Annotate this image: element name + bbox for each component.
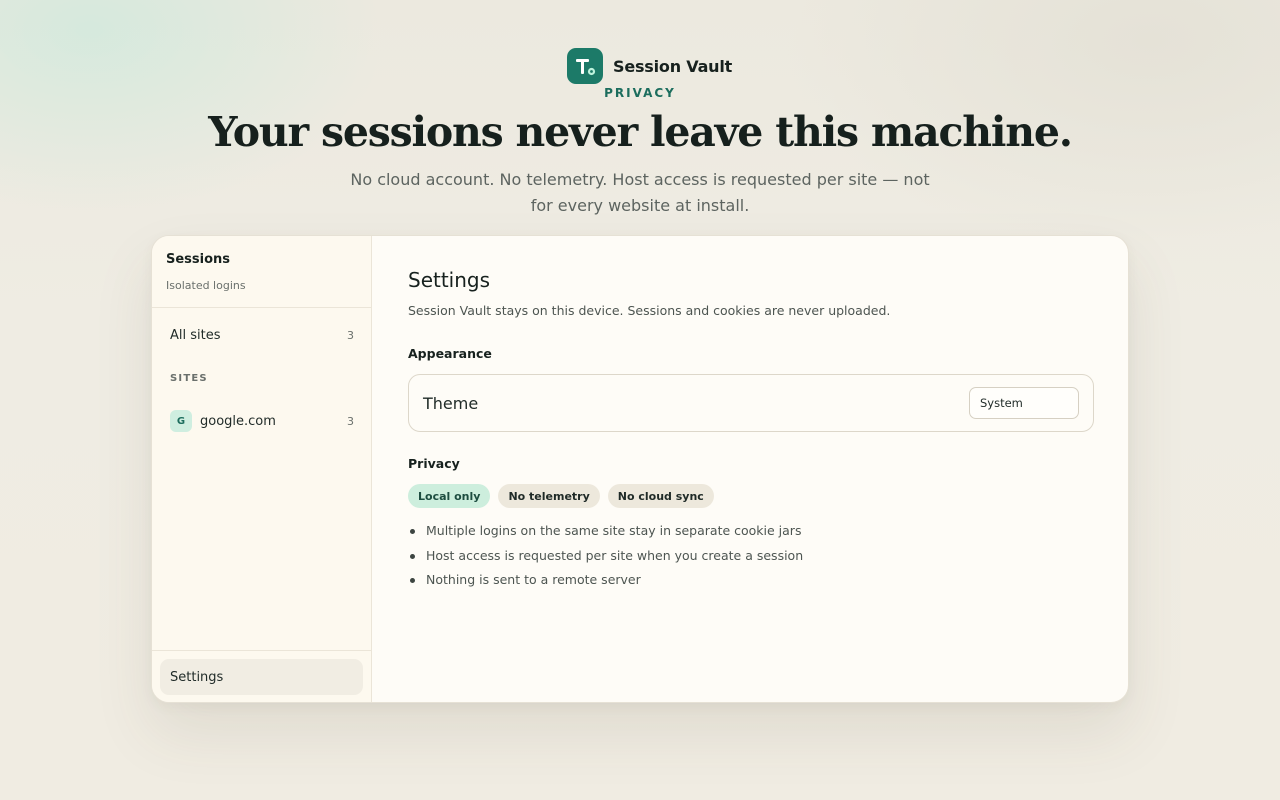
eyebrow-label: PRIVACY xyxy=(604,86,676,100)
brand-row: Session Vault xyxy=(567,48,732,84)
sidebar-footer: Settings xyxy=(152,650,371,702)
theme-setting-card: Theme System xyxy=(408,374,1094,432)
chip-local-only: Local only xyxy=(408,484,491,508)
sidebar: Sessions Isolated logins All sites 3 SIT… xyxy=(152,236,372,702)
list-item: Host access is requested per site when y… xyxy=(408,545,803,570)
sidebar-item-count: 3 xyxy=(347,414,354,428)
sidebar-header: Sessions Isolated logins xyxy=(152,236,371,308)
sidebar-item-label: All sites xyxy=(170,327,221,343)
page-subline: No cloud account. No telemetry. Host acc… xyxy=(350,170,930,215)
settings-title: Settings xyxy=(408,268,491,292)
sidebar-item-label: google.com xyxy=(200,413,276,429)
sidebar-subtitle: Isolated logins xyxy=(166,279,246,292)
page-headline: Your sessions never leave this machine. xyxy=(208,108,1073,156)
list-item: Multiple logins on the same site stay in… xyxy=(408,520,803,545)
chip-no-cloud-sync: No cloud sync xyxy=(607,484,714,508)
sidebar-section-label: SITES xyxy=(170,373,208,384)
settings-content: Settings Session Vault stays on this dev… xyxy=(408,236,1128,702)
sidebar-item-settings[interactable]: Settings xyxy=(160,659,363,695)
list-item: Nothing is sent to a remote server xyxy=(408,569,803,594)
appearance-section-label: Appearance xyxy=(408,346,492,361)
sidebar-item-count: 3 xyxy=(347,328,354,342)
settings-description: Session Vault stays on this device. Sess… xyxy=(408,303,891,318)
chip-no-telemetry: No telemetry xyxy=(498,484,600,508)
sidebar-title: Sessions xyxy=(166,252,231,267)
theme-select[interactable]: System xyxy=(969,387,1079,419)
privacy-chips: Local only No telemetry No cloud sync xyxy=(408,484,714,508)
vault-logo-icon xyxy=(567,48,603,84)
sidebar-item-all-sites[interactable]: All sites 3 xyxy=(160,317,364,353)
privacy-section-label: Privacy xyxy=(408,456,460,471)
app-window: Sessions Isolated logins All sites 3 SIT… xyxy=(151,235,1129,703)
privacy-bullet-list: Multiple logins on the same site stay in… xyxy=(408,520,803,594)
site-favicon-badge: G xyxy=(170,410,192,432)
theme-label: Theme xyxy=(423,393,479,413)
brand-name: Session Vault xyxy=(613,56,733,76)
sidebar-item-google[interactable]: G google.com 3 xyxy=(160,403,364,439)
